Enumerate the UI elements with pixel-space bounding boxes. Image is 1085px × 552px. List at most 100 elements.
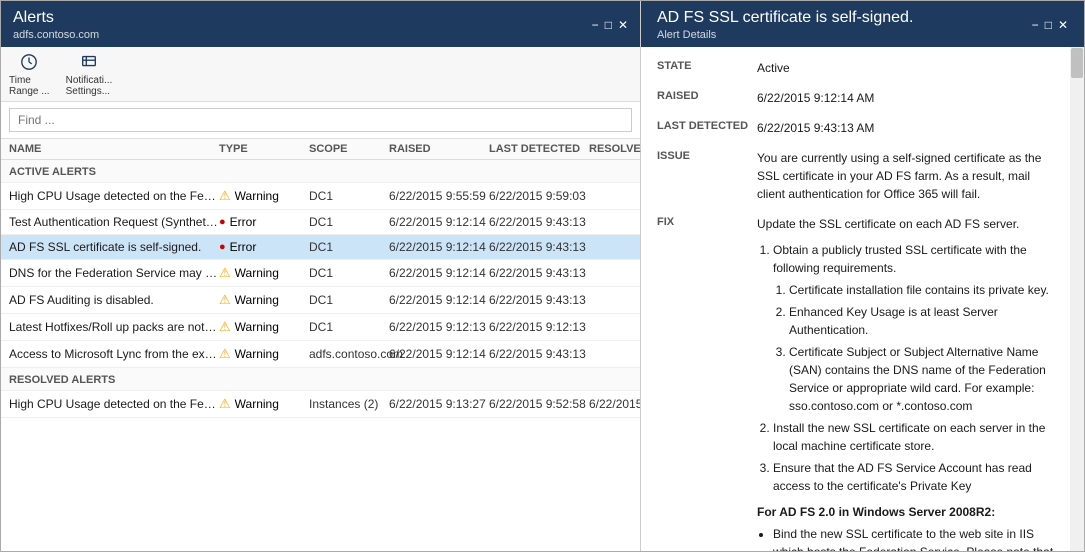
alert-type: ⚠ Warning (219, 292, 309, 308)
alert-detected: 6/22/2015 9:43:13 (489, 293, 589, 307)
type-label: Error (230, 240, 257, 254)
detail-scrollbar-thumb[interactable] (1071, 48, 1083, 78)
col-scope: SCOPE (309, 143, 389, 155)
alert-raised: 6/22/2015 9:55:59 (389, 189, 489, 203)
raised-row: RAISED 6/22/2015 9:12:14 AM (657, 89, 1060, 107)
alert-name: Access to Microsoft Lync from the extra.… (9, 347, 219, 361)
fix-item-3: Ensure that the AD FS Service Account ha… (773, 459, 1060, 495)
alert-row[interactable]: AD FS SSL certificate is self-signed.● Er… (1, 235, 640, 260)
warning-icon: ⚠ (219, 188, 231, 204)
fix-intro: Update the SSL certificate on each AD FS… (757, 215, 1060, 233)
error-icon: ● (219, 241, 226, 253)
alert-raised: 6/22/2015 9:12:14 (389, 347, 489, 361)
search-bar (1, 102, 640, 139)
raised-value: 6/22/2015 9:12:14 AM (757, 89, 1060, 107)
fix-value: Update the SSL certificate on each AD FS… (757, 215, 1060, 551)
type-label: Warning (235, 189, 279, 203)
detail-subtitle: Alert Details (657, 29, 913, 41)
type-label: Error (230, 215, 257, 229)
warning-icon: ⚠ (219, 346, 231, 362)
table-header: NAME TYPE SCOPE RAISED LAST DETECTED RES… (1, 139, 640, 160)
warning-icon: ⚠ (219, 319, 231, 335)
alert-scope: DC1 (309, 189, 389, 203)
left-title: Alerts (13, 9, 99, 27)
alert-row[interactable]: Access to Microsoft Lync from the extra.… (1, 341, 640, 368)
alert-detected: 6/22/2015 9:43:13 (489, 215, 589, 229)
detail-maximize-btn[interactable]: □ (1045, 18, 1052, 32)
alert-type: ⚠ Warning (219, 265, 309, 281)
alert-raised: 6/22/2015 9:12:14 (389, 266, 489, 280)
error-icon: ● (219, 216, 226, 228)
detail-minimize-btn[interactable]: − (1032, 18, 1039, 32)
alert-type: ⚠Warning (219, 396, 309, 412)
fix-item-2: Install the new SSL certificate on each … (773, 419, 1060, 455)
fix-item-1: Obtain a publicly trusted SSL certificat… (773, 241, 1060, 415)
right-header: AD FS SSL certificate is self-signed. Al… (641, 1, 1084, 47)
detected-row: LAST DETECTED 6/22/2015 9:43:13 AM (657, 119, 1060, 137)
alert-type: ⚠Warning (219, 319, 309, 335)
warning-icon: ⚠ (219, 265, 231, 281)
type-label: Warning (235, 347, 279, 361)
warning-icon: ⚠ (219, 292, 231, 308)
main-content: Alerts adfs.contoso.com − □ ✕ (1, 1, 1084, 551)
alert-detected: 6/22/2015 9:43:13 (489, 347, 589, 361)
alert-row[interactable]: High CPU Usage detected on the Feder...⚠… (1, 391, 640, 418)
alert-scope: DC1 (309, 215, 389, 229)
alert-detected: 6/22/2015 9:59:03 (489, 189, 589, 203)
state-label: STATE (657, 59, 757, 72)
fix-list: Obtain a publicly trusted SSL certificat… (773, 241, 1060, 495)
issue-label: ISSUE (657, 149, 757, 162)
alert-type: ● Error (219, 215, 309, 229)
alert-detected: 6/22/2015 9:43:13 (489, 266, 589, 280)
active-alerts-container: High CPU Usage detected on the Feder...⚠… (1, 183, 640, 368)
time-range-label: TimeRange ... (9, 75, 50, 97)
alert-scope: Instances (2) (309, 397, 389, 411)
fix-item-1-subitems: Certificate installation file contains i… (789, 281, 1060, 415)
raised-label: RAISED (657, 89, 757, 102)
alert-raised: 6/22/2015 9:12:14 (389, 293, 489, 307)
active-alerts-header: ACTIVE ALERTS (1, 160, 640, 183)
alert-row[interactable]: DNS for the Federation Service may be...… (1, 260, 640, 287)
detail-scroll-container: STATE Active RAISED 6/22/2015 9:12:14 AM… (641, 47, 1084, 551)
fix-item-1-text: Obtain a publicly trusted SSL certificat… (773, 243, 1027, 275)
detail-title: AD FS SSL certificate is self-signed. (657, 9, 913, 27)
close-btn[interactable]: ✕ (618, 18, 628, 32)
alert-type: ⚠ Warning (219, 188, 309, 204)
fix-subitem-1-2: Enhanced Key Usage is at least Server Au… (789, 303, 1060, 339)
maximize-btn[interactable]: □ (605, 18, 612, 32)
notification-settings-label: Notificati...Settings... (66, 75, 113, 97)
type-label: Warning (235, 266, 279, 280)
fix-bullet-1: Bind the new SSL certificate to the web … (773, 525, 1060, 551)
alert-scope: DC1 (309, 266, 389, 280)
col-name: NAME (9, 143, 219, 155)
fix-subitem-1-1: Certificate installation file contains i… (789, 281, 1060, 299)
minimize-btn[interactable]: − (592, 18, 599, 32)
notification-settings-button[interactable]: Notificati...Settings... (66, 51, 113, 97)
alert-name: Latest Hotfixes/Roll up packs are not in… (9, 320, 219, 334)
col-raised: RAISED (389, 143, 489, 155)
state-row: STATE Active (657, 59, 1060, 77)
alert-type: ● Error (219, 240, 309, 254)
type-label: Warning (235, 293, 279, 307)
alerts-list: ACTIVE ALERTS High CPU Usage detected on… (1, 160, 640, 551)
alert-scope: DC1 (309, 240, 389, 254)
alert-name: AD FS SSL certificate is self-signed. (9, 240, 219, 254)
toolbar: TimeRange ... Notificati...Settings... (1, 47, 640, 102)
time-range-button[interactable]: TimeRange ... (9, 51, 50, 97)
detail-close-btn[interactable]: ✕ (1058, 18, 1068, 32)
alert-row[interactable]: AD FS Auditing is disabled.⚠WarningDC16/… (1, 287, 640, 314)
detail-scrollbar[interactable] (1070, 47, 1084, 551)
state-value: Active (757, 59, 1060, 77)
alert-raised: 6/22/2015 9:12:13 (389, 320, 489, 334)
search-input[interactable] (9, 108, 632, 132)
fix-bold-header: For AD FS 2.0 in Windows Server 2008R2: (757, 503, 1060, 521)
alert-name: DNS for the Federation Service may be... (9, 266, 219, 280)
alert-row[interactable]: Test Authentication Request (Synthetic..… (1, 210, 640, 235)
warning-icon: ⚠ (219, 396, 231, 412)
alert-raised: 6/22/2015 9:13:27 (389, 397, 489, 411)
issue-value: You are currently using a self-signed ce… (757, 149, 1060, 203)
alert-row[interactable]: High CPU Usage detected on the Feder...⚠… (1, 183, 640, 210)
left-subtitle: adfs.contoso.com (13, 29, 99, 41)
resolved-alerts-header: RESOLVED ALERTS (1, 368, 640, 391)
alert-row[interactable]: Latest Hotfixes/Roll up packs are not in… (1, 314, 640, 341)
